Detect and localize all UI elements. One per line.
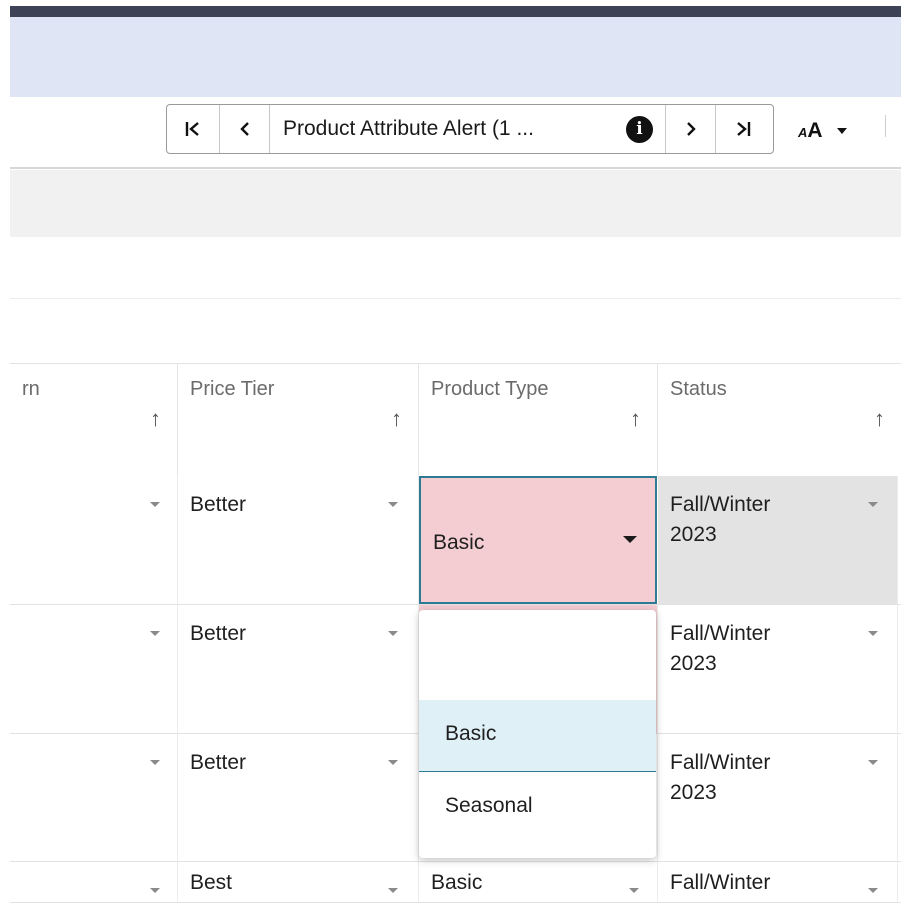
table-header: rn ↑ Price Tier ↑ Product Type ↑ Status … <box>10 363 901 477</box>
chevron-down-icon[interactable] <box>388 888 398 893</box>
column-header-product-type[interactable]: Product Type ↑ <box>419 364 658 476</box>
record-navigator: Product Attribute Alert (1 ... i <box>166 104 774 154</box>
cell-value: Better <box>190 622 247 645</box>
chevron-down-icon[interactable] <box>623 536 637 543</box>
chevron-down-icon[interactable] <box>868 760 878 765</box>
previous-record-icon <box>239 122 249 136</box>
chevron-down-icon[interactable] <box>868 502 878 507</box>
pattern-cell[interactable] <box>10 862 178 902</box>
status-cell[interactable]: Fall/Winter 2023 <box>658 605 898 733</box>
product-type-cell[interactable]: Basic <box>419 862 658 902</box>
filter-strip <box>10 170 901 237</box>
price-tier-cell[interactable]: Best <box>178 862 419 902</box>
table-row: Best Basic Fall/Winter <box>10 862 901 903</box>
chevron-down-icon[interactable] <box>868 631 878 636</box>
section-divider <box>10 298 901 299</box>
status-cell[interactable]: Fall/Winter <box>658 862 898 902</box>
column-header-pattern[interactable]: rn ↑ <box>10 364 178 476</box>
cell-value: Better <box>190 751 247 774</box>
cell-value: Better <box>190 493 247 516</box>
product-type-cell-active[interactable]: Basic <box>419 476 657 604</box>
sort-arrow-icon[interactable]: ↑ <box>391 406 402 432</box>
record-selector[interactable]: Product Attribute Alert (1 ... i <box>270 105 666 153</box>
price-tier-cell[interactable]: Better <box>178 605 419 733</box>
info-icon[interactable]: i <box>626 115 653 143</box>
first-record-icon <box>185 122 199 136</box>
cell-value: Basic <box>431 871 483 894</box>
pattern-cell[interactable] <box>10 605 178 733</box>
column-label: Price Tier <box>190 378 275 400</box>
font-size-icon: AA <box>798 119 823 142</box>
column-label: Status <box>670 378 727 400</box>
chevron-down-icon[interactable] <box>150 760 160 765</box>
price-tier-cell[interactable]: Better <box>178 734 419 861</box>
record-toolbar: Product Attribute Alert (1 ... i AA <box>10 97 901 169</box>
dropdown-option-seasonal[interactable]: Seasonal <box>419 772 656 844</box>
previous-record-button[interactable] <box>220 105 270 153</box>
font-size-menu[interactable]: AA <box>798 119 847 143</box>
chevron-down-icon[interactable] <box>388 502 398 507</box>
last-record-button[interactable] <box>716 105 769 153</box>
cell-value: Fall/Winter <box>670 871 771 894</box>
table-row: Better Basic Fall/Winter 2023 <box>10 476 901 605</box>
chevron-down-icon[interactable] <box>388 631 398 636</box>
column-label: Product Type <box>431 378 549 400</box>
pattern-cell[interactable] <box>10 476 178 604</box>
record-label: Product Attribute Alert (1 ... <box>283 117 534 140</box>
chevron-down-icon[interactable] <box>388 760 398 765</box>
column-label: rn <box>22 378 40 400</box>
cell-value: Fall/Winter 2023 <box>670 493 771 546</box>
column-header-price-tier[interactable]: Price Tier ↑ <box>178 364 419 476</box>
next-record-icon <box>686 122 696 136</box>
cell-value: Fall/Winter 2023 <box>670 751 771 804</box>
chevron-down-icon[interactable] <box>868 888 878 893</box>
product-type-dropdown: Basic Seasonal <box>419 610 656 858</box>
last-record-icon <box>736 122 750 136</box>
cell-value: Best <box>190 871 233 894</box>
chevron-down-icon <box>836 128 847 134</box>
first-record-button[interactable] <box>167 105 220 153</box>
pattern-cell[interactable] <box>10 734 178 861</box>
status-cell[interactable]: Fall/Winter 2023 <box>658 734 898 861</box>
next-record-button[interactable] <box>666 105 716 153</box>
sort-arrow-icon[interactable]: ↑ <box>874 406 885 432</box>
chevron-down-icon[interactable] <box>150 502 160 507</box>
page-banner <box>10 17 901 97</box>
filter-icon[interactable] <box>885 115 901 137</box>
top-app-bar <box>0 0 901 17</box>
price-tier-cell[interactable]: Better <box>178 476 419 604</box>
status-cell[interactable]: Fall/Winter 2023 <box>658 476 898 604</box>
dropdown-search-field[interactable] <box>419 610 656 701</box>
top-app-bar-strip <box>10 6 901 17</box>
dropdown-option-basic[interactable]: Basic <box>419 700 656 772</box>
chevron-down-icon[interactable] <box>150 631 160 636</box>
chevron-down-icon[interactable] <box>629 888 639 893</box>
cell-value: Basic <box>433 531 485 554</box>
chevron-down-icon[interactable] <box>150 888 160 893</box>
sort-arrow-icon[interactable]: ↑ <box>630 406 641 432</box>
sort-arrow-icon[interactable]: ↑ <box>150 406 161 432</box>
column-header-status[interactable]: Status ↑ <box>658 364 901 476</box>
cell-value: Fall/Winter 2023 <box>670 622 771 675</box>
